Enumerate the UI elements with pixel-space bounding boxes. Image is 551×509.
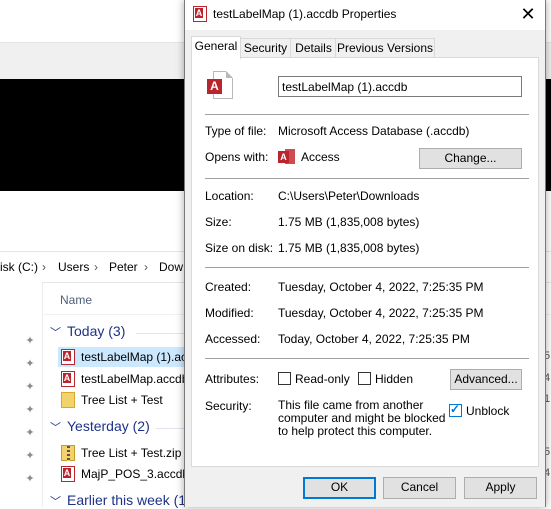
file-name: Tree List + Test.zip xyxy=(81,446,182,460)
access-database-icon: A xyxy=(207,71,233,99)
breadcrumb-separator: › xyxy=(42,260,46,274)
pin-icon: ✦ xyxy=(25,473,35,485)
tab-details[interactable]: Details xyxy=(290,38,337,58)
close-button[interactable]: ✕ xyxy=(515,2,541,26)
unblock-checkbox[interactable] xyxy=(449,402,462,417)
chevron-down-icon: ﹀ xyxy=(50,327,61,339)
zip-file-icon xyxy=(61,445,75,461)
file-name-field[interactable] xyxy=(278,76,522,97)
breadcrumb-separator: › xyxy=(94,260,98,274)
chevron-down-icon: ﹀ xyxy=(50,496,61,508)
dialog-title: testLabelMap (1).accdb Properties xyxy=(213,7,397,21)
accessed-label: Accessed: xyxy=(205,332,261,346)
file-name: MajP_POS_3.accdb xyxy=(81,467,190,481)
file-name: Tree List + Test xyxy=(81,393,163,407)
group-divider xyxy=(156,428,184,429)
divider xyxy=(205,178,529,179)
location-value: C:\Users\Peter\Downloads xyxy=(278,189,420,203)
divider xyxy=(205,358,529,359)
dialog-titlebar[interactable]: testLabelMap (1).accdb Properties ✕ xyxy=(185,0,545,30)
accessed-value: Today, October 4, 2022, 7:25:35 PM xyxy=(278,332,470,346)
pin-icon: ✦ xyxy=(25,335,35,347)
group-label: Yesterday (2) xyxy=(67,418,150,434)
pin-icon: ✦ xyxy=(25,381,35,393)
created-value: Tuesday, October 4, 2022, 7:25:35 PM xyxy=(278,280,484,294)
read-only-checkbox[interactable] xyxy=(278,372,291,385)
access-file-icon xyxy=(61,349,75,365)
group-today[interactable]: ﹀ Today (3) xyxy=(50,323,125,340)
file-row[interactable]: MajP_POS_3.accdb xyxy=(58,464,198,484)
change-button[interactable]: Change... xyxy=(419,148,522,169)
pin-icon: ✦ xyxy=(25,358,35,370)
breadcrumb-separator: › xyxy=(144,260,148,274)
tab-previous-versions[interactable]: Previous Versions xyxy=(335,38,435,58)
file-row[interactable]: testLabelMap.accdb xyxy=(58,369,198,389)
pin-icon: ✦ xyxy=(25,450,35,462)
file-name: testLabelMap (1).ac xyxy=(81,350,188,364)
file-row[interactable]: testLabelMap (1).ac xyxy=(58,347,198,367)
divider xyxy=(205,267,529,268)
group-label: Earlier this week (1 xyxy=(67,492,187,508)
group-yesterday[interactable]: ﹀ Yesterday (2) xyxy=(50,418,150,435)
access-file-icon xyxy=(61,371,75,387)
chevron-down-icon: ﹀ xyxy=(50,422,61,434)
file-row[interactable]: Tree List + Test.zip xyxy=(58,443,198,463)
unblock-label[interactable]: Unblock xyxy=(466,404,509,418)
properties-dialog: testLabelMap (1).accdb Properties ✕ Gene… xyxy=(184,0,546,507)
cancel-button[interactable]: Cancel xyxy=(383,477,456,499)
size-on-disk-label: Size on disk: xyxy=(205,241,274,255)
size-value: 1.75 MB (1,835,008 bytes) xyxy=(278,215,420,229)
tab-security[interactable]: Security xyxy=(239,38,292,58)
pin-icon: ✦ xyxy=(25,427,35,439)
breadcrumb-peter[interactable]: Peter xyxy=(109,260,138,274)
size-label: Size: xyxy=(205,215,232,229)
tab-general[interactable]: General xyxy=(191,36,241,59)
group-divider xyxy=(136,333,184,334)
group-earlier-this-week[interactable]: ﹀ Earlier this week (1 xyxy=(50,492,186,509)
access-file-icon xyxy=(61,466,75,482)
opens-with-label: Opens with: xyxy=(205,150,269,164)
ok-button[interactable]: OK xyxy=(303,477,376,499)
advanced-button[interactable]: Advanced... xyxy=(450,369,522,390)
hidden-checkbox[interactable] xyxy=(358,372,371,385)
column-header-name[interactable]: Name xyxy=(60,293,92,307)
navigation-pane: ✦ ✦ ✦ ✦ ✦ ✦ ✦ xyxy=(0,282,43,507)
opens-with-value: Access xyxy=(301,150,340,164)
access-file-icon xyxy=(193,6,207,22)
security-warning-text: This file came from another computer and… xyxy=(278,398,446,438)
file-row[interactable]: Tree List + Test xyxy=(58,390,198,410)
breadcrumb-users[interactable]: Users xyxy=(58,260,89,274)
type-of-file-label: Type of file: xyxy=(205,124,267,138)
file-name: testLabelMap.accdb xyxy=(81,372,189,386)
hidden-label[interactable]: Hidden xyxy=(375,372,413,386)
breadcrumb-drive[interactable]: isk (C:) xyxy=(0,260,38,274)
modified-label: Modified: xyxy=(205,306,254,320)
general-panel: A Type of file: Microsoft Access Databas… xyxy=(191,57,539,467)
apply-button[interactable]: Apply xyxy=(464,477,537,499)
pin-icon: ✦ xyxy=(25,404,35,416)
security-label: Security: xyxy=(205,399,252,413)
group-label: Today (3) xyxy=(67,323,126,339)
modified-value: Tuesday, October 4, 2022, 7:25:35 PM xyxy=(278,306,484,320)
folder-icon xyxy=(61,392,75,408)
location-label: Location: xyxy=(205,189,254,203)
access-app-icon: A xyxy=(278,149,296,164)
attributes-label: Attributes: xyxy=(205,372,260,386)
type-of-file-value: Microsoft Access Database (.accdb) xyxy=(278,124,470,138)
size-on-disk-value: 1.75 MB (1,835,008 bytes) xyxy=(278,241,420,255)
breadcrumb-downloads[interactable]: Dow xyxy=(159,260,183,274)
created-label: Created: xyxy=(205,280,252,294)
divider xyxy=(205,114,529,115)
read-only-label[interactable]: Read-only xyxy=(295,372,350,386)
